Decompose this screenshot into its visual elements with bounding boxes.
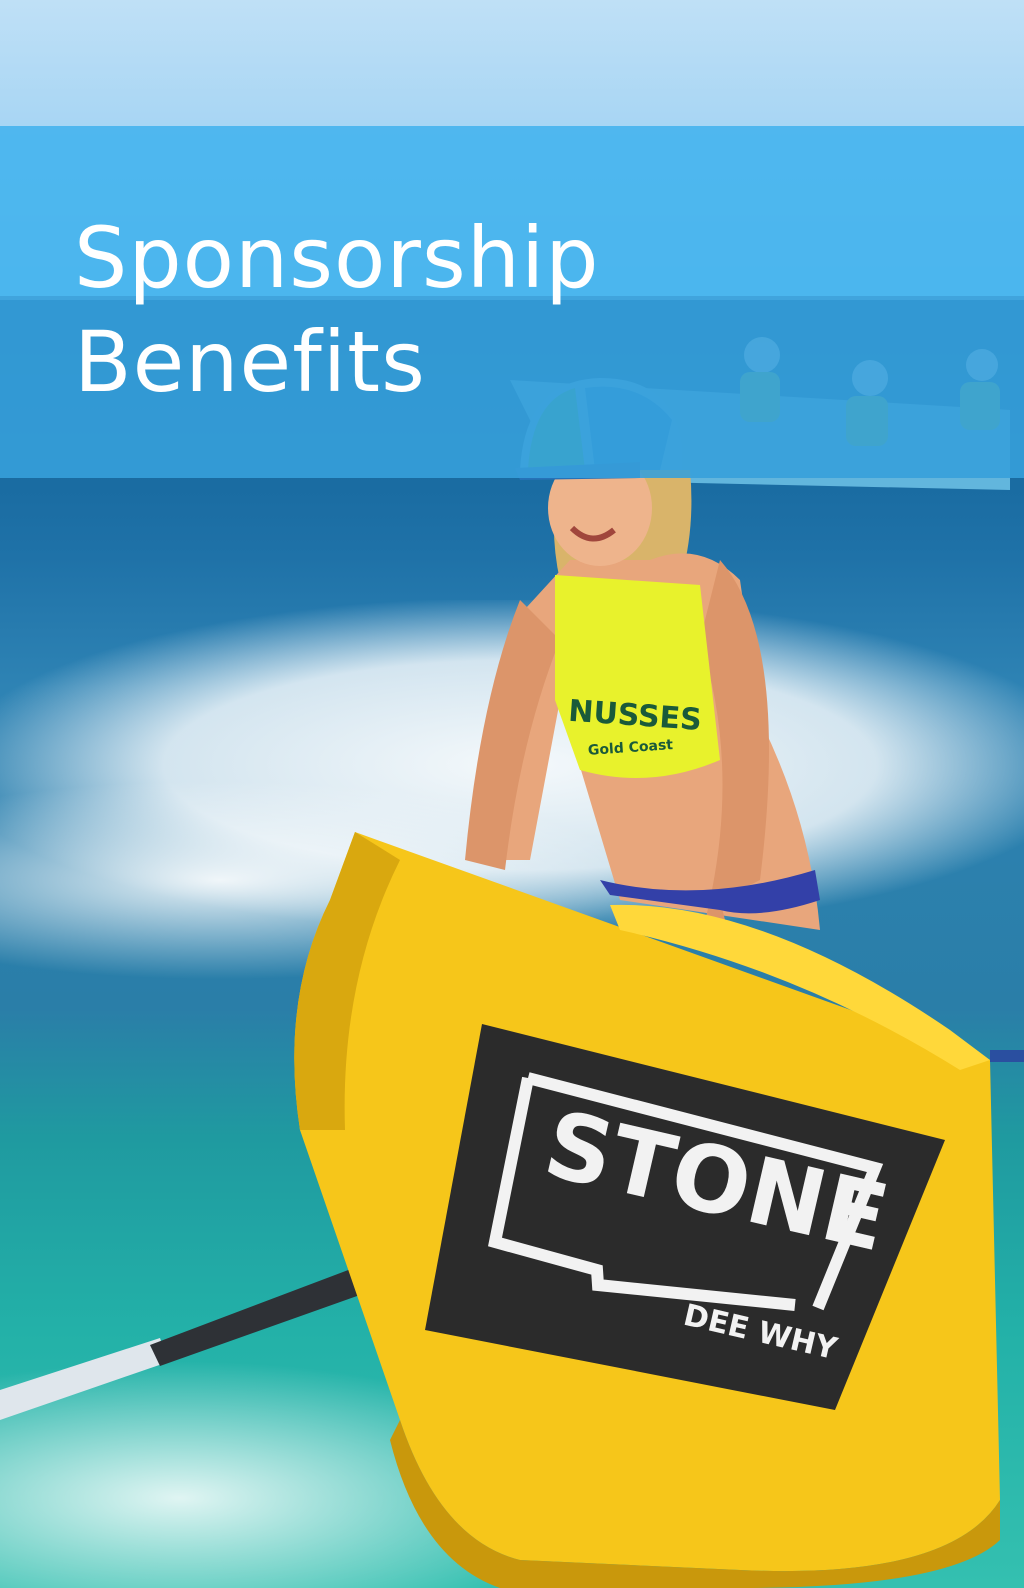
page-title-line-2: Benefits [74,313,426,411]
oar [0,1258,388,1420]
page-title: Sponsorship Benefits [74,206,600,414]
surf-boat: STONE DEE WHY [294,832,1000,1588]
page-title-line-1: Sponsorship [74,209,600,307]
boat-rail [990,1050,1024,1062]
